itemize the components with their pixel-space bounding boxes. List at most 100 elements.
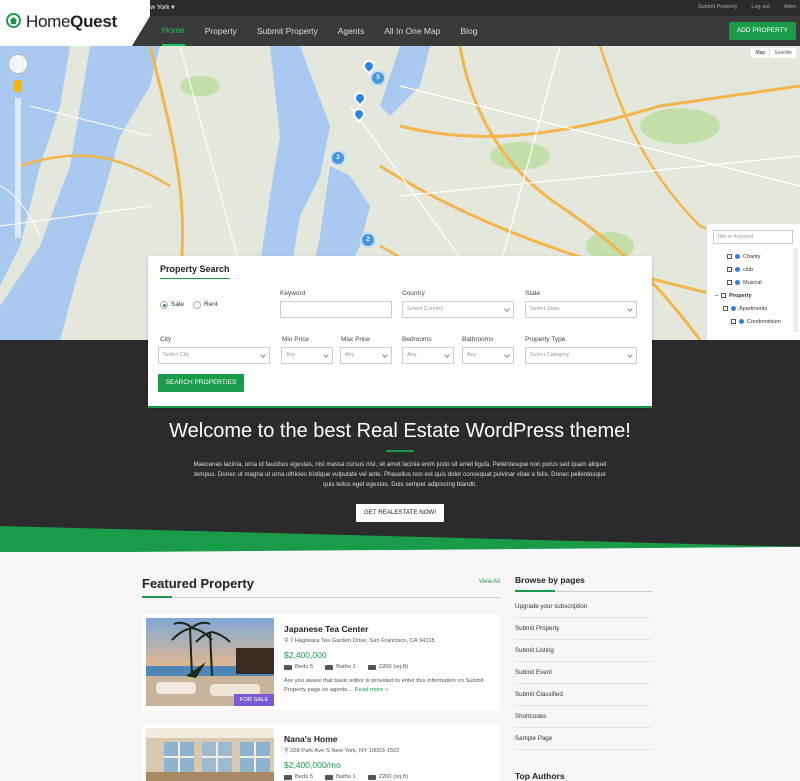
bedrooms-select[interactable]: Any	[402, 347, 454, 364]
filter-item[interactable]: Condominium	[715, 315, 781, 328]
user-link[interactable]: Allen	[784, 4, 796, 10]
nav-property[interactable]: Property	[205, 16, 237, 46]
checkbox[interactable]	[727, 254, 732, 259]
country-select[interactable]: Select Country	[402, 301, 514, 318]
hero-divider	[386, 450, 414, 452]
nav-menu: Home Property Submit Property Agents All…	[162, 16, 477, 46]
sidebar-link-upgrade-subscription[interactable]: Upgrade your subscription	[515, 596, 652, 618]
sidebar-link-submit-event[interactable]: Submit Event	[515, 662, 652, 684]
top-links: Submit Property Log out Allen	[698, 4, 796, 10]
map-marker-icon	[735, 280, 740, 285]
map-type-satellite[interactable]: Satellite	[769, 48, 796, 58]
property-search-form: Property Search Sale Rent Keyword Countr…	[148, 256, 652, 408]
nav-blog[interactable]: Blog	[460, 16, 477, 46]
bath-icon	[325, 774, 334, 780]
filter-scrollbar[interactable]	[793, 248, 798, 332]
property-image[interactable]	[146, 618, 274, 706]
chevron-down-icon	[627, 352, 633, 358]
zoom-slider[interactable]	[15, 98, 21, 238]
featured-title: Featured Property	[142, 576, 254, 591]
min-price-select[interactable]: Any	[281, 347, 333, 364]
map-marker-icon	[739, 319, 744, 324]
chevron-down-icon	[504, 306, 510, 312]
filter-item[interactable]: Charity	[715, 250, 781, 263]
property-name[interactable]: Japanese Tea Center	[284, 624, 368, 634]
bedrooms-label: Bedrooms	[402, 336, 432, 343]
top-authors-title: Top Authors	[515, 771, 565, 781]
sidebar-link-shortcodes[interactable]: Shortcodes	[515, 706, 652, 728]
logo[interactable]: HomeQuest	[0, 0, 150, 46]
nav-home[interactable]: Home	[162, 16, 185, 46]
filter-item[interactable]: club	[715, 263, 781, 276]
filter-item[interactable]: Apartments	[715, 302, 781, 315]
property-photo	[146, 728, 274, 781]
read-more-link[interactable]: Read more »	[355, 687, 389, 693]
view-all-link[interactable]: View All	[479, 579, 500, 585]
map-cluster[interactable]: 5	[370, 70, 386, 86]
street-view-pegman-icon[interactable]	[14, 80, 22, 92]
hero-title: Welcome to the best Real Estate WordPres…	[169, 420, 631, 442]
state-select[interactable]: Select State	[525, 301, 637, 318]
search-properties-button[interactable]: SEARCH PROPERTIES	[158, 374, 244, 392]
map-cluster[interactable]: 2	[360, 232, 376, 248]
sidebar-link-sample-page[interactable]: Sample Page	[515, 728, 652, 750]
map-marker-icon	[735, 267, 740, 272]
property-type-label: Property Type	[525, 336, 566, 343]
map-type-map[interactable]: Map	[751, 48, 769, 58]
filter-item[interactable]: Musical	[715, 276, 781, 289]
location-pin-icon: ⚲	[284, 638, 289, 644]
submit-property-link[interactable]: Submit Property	[698, 4, 737, 10]
beds-info: Beds 5	[284, 664, 313, 670]
chevron-down-icon	[627, 306, 633, 312]
nav-all-in-one-map[interactable]: All In One Map	[384, 16, 440, 46]
bathrooms-select[interactable]: Any	[462, 347, 514, 364]
checkbox[interactable]	[727, 267, 732, 272]
property-card[interactable]: Nana's Home ⚲ 228 Park Ave S New York, N…	[142, 724, 500, 781]
filter-group[interactable]: – Property	[715, 289, 781, 302]
get-realestate-button[interactable]: GET REALESTATE NOW!	[356, 504, 444, 522]
property-card[interactable]: FOR SALE Japanese Tea Center ⚲ 7 Hagiwar…	[142, 614, 500, 710]
property-photo	[146, 618, 274, 706]
property-type-select[interactable]: Select Category	[525, 347, 637, 364]
chevron-down-icon	[382, 352, 388, 358]
add-property-button[interactable]: ADD PROPERTY	[728, 22, 796, 40]
state-label: State	[525, 290, 541, 297]
area-icon	[367, 774, 376, 780]
map-filter-panel: Title or Keyword Charity club Musical – P…	[706, 224, 800, 340]
pan-control-icon[interactable]	[8, 54, 28, 74]
nav-submit-property[interactable]: Submit Property	[257, 16, 318, 46]
property-price: $2,400,000/mo	[284, 760, 341, 770]
rent-radio[interactable]	[193, 301, 201, 309]
chevron-down-icon	[260, 352, 266, 358]
search-title: Property Search	[160, 264, 230, 274]
logout-link[interactable]: Log out	[751, 4, 769, 10]
keyword-label: Keyword	[280, 290, 306, 297]
property-address: ⚲ 7 Hagiwara Tea Garden Drive, San Franc…	[284, 638, 435, 644]
max-price-select[interactable]: Any	[340, 347, 392, 364]
sidebar-link-submit-property[interactable]: Submit Property	[515, 618, 652, 640]
city-select[interactable]: Select City	[158, 347, 270, 364]
nav-agents[interactable]: Agents	[338, 16, 364, 46]
sidebar-link-submit-listing[interactable]: Submit Listing	[515, 640, 652, 662]
keyword-input[interactable]	[280, 301, 392, 318]
featured-divider	[142, 597, 500, 598]
logo-text: HomeQuest	[26, 12, 117, 31]
sale-radio-label: Sale	[171, 301, 185, 308]
sale-radio[interactable]	[160, 301, 168, 309]
property-name[interactable]: Nana's Home	[284, 734, 338, 744]
collapse-icon[interactable]: –	[715, 293, 718, 299]
location-pin-icon: ⚲	[284, 748, 289, 754]
chevron-down-icon: ▾	[171, 4, 175, 11]
baths-info: Baths 1	[325, 664, 356, 670]
hero-description: Maecenas lacinia, urna id faucibus egest…	[193, 461, 607, 488]
map-cluster[interactable]: 2	[330, 150, 346, 166]
filter-keyword-input[interactable]: Title or Keyword	[713, 230, 793, 244]
checkbox[interactable]	[723, 306, 728, 311]
sidebar-link-submit-classified[interactable]: Submit Classified	[515, 684, 652, 706]
checkbox[interactable]	[721, 293, 727, 298]
max-price-label: Max Price	[341, 336, 370, 343]
checkbox[interactable]	[731, 319, 736, 324]
property-image[interactable]	[146, 728, 274, 781]
baths-info: Baths 1	[325, 774, 356, 780]
checkbox[interactable]	[727, 280, 732, 285]
